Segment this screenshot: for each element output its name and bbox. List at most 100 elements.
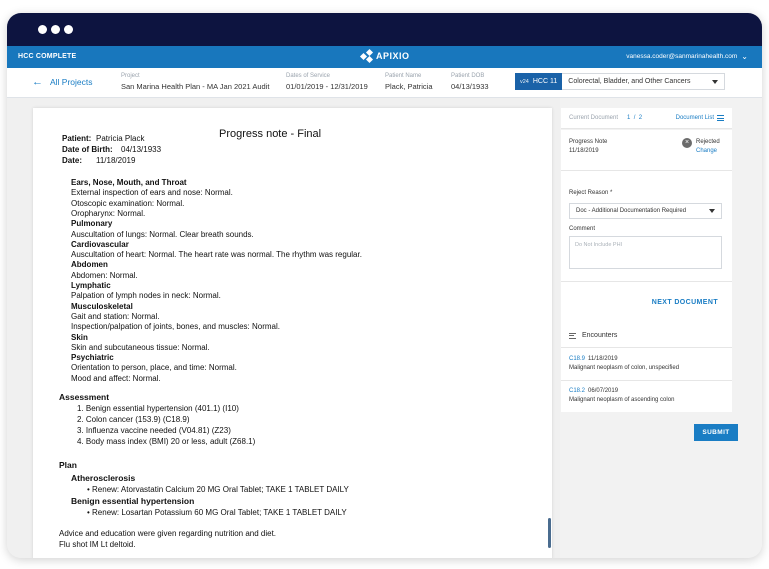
comment-label: Comment (569, 226, 596, 232)
patient-label: Patient: (62, 134, 92, 143)
meta-value: San Marina Health Plan - MA Jan 2021 Aud… (121, 82, 270, 91)
assessment-item: 2. Colon cancer (153.9) (C18.9) (77, 415, 190, 424)
app-window: HCC COMPLETE APIXIO vanessa.coder@sanmar… (7, 13, 762, 558)
hcc-selector[interactable]: v24 HCC 11 Colorectal, Bladder, and Othe… (515, 73, 726, 90)
reject-reason-select[interactable]: Doc - Additional Documentation Required (569, 203, 722, 219)
exam-finding: Inspection/palpation of joints, bones, a… (71, 322, 281, 332)
exam-heading: Abdomen (71, 260, 108, 270)
back-arrow-icon: ← (32, 76, 43, 88)
window-controls (38, 25, 73, 34)
hcc-description: Colorectal, Bladder, and Other Cancers (568, 78, 691, 85)
list-icon (569, 332, 576, 339)
document-page: Patient: Patricia Plack Progress note - … (33, 108, 552, 558)
encounter-description: Malignant neoplasm of colon, unspecified (569, 365, 680, 371)
meta-value: 04/13/1933 (451, 82, 489, 91)
date-label: Date: (62, 156, 83, 165)
user-menu[interactable]: vanessa.coder@sanmarinahealth.com ⌄ (626, 51, 748, 61)
window-dot-icon[interactable] (38, 25, 47, 34)
encounters-header: Encounters (569, 332, 617, 339)
document-list-link[interactable]: Document List (676, 115, 724, 121)
hcc-tag: v24 HCC 11 (515, 73, 563, 90)
brand-label: HCC COMPLETE (18, 53, 77, 60)
encounter-description: Malignant neoplasm of ascending colon (569, 397, 675, 403)
exam-finding: Skin and subcutaneous tissue: Normal. (71, 342, 210, 352)
logo-text: APIXIO (376, 51, 410, 61)
app-header: HCC COMPLETE APIXIO vanessa.coder@sanmar… (7, 46, 762, 68)
info-bar: ← All Projects Project San Marina Health… (7, 68, 762, 98)
meta-patient-name: Patient Name Plack, Patricia (385, 73, 433, 91)
assessment-item: 3. Influenza vaccine needed (V04.81) (Z2… (77, 426, 231, 435)
exam-finding: External inspection of ears and nose: No… (71, 188, 233, 198)
encounters-label: Encounters (582, 332, 618, 339)
date-value: 11/18/2019 (96, 156, 136, 165)
assessment-item: 1. Benign essential hypertension (401.1)… (77, 404, 239, 413)
meta-value: 01/01/2019 - 12/31/2019 (286, 82, 368, 91)
exam-finding: Abdomen: Normal. (71, 270, 138, 280)
close-icon: × (682, 138, 692, 148)
dropdown-icon (712, 79, 719, 84)
current-document-label: Current Document (569, 115, 619, 121)
assessment-item: 4. Body mass index (BMI) 20 or less, adu… (77, 437, 256, 446)
current-index: 1 (627, 115, 631, 121)
document-viewer[interactable]: Patient: Patricia Plack Progress note - … (7, 98, 560, 558)
meta-dates: Dates of Service 01/01/2019 - 12/31/2019 (286, 73, 368, 91)
divider (561, 347, 732, 348)
meta-patient-dob: Patient DOB 04/13/1933 (451, 73, 489, 91)
comment-field[interactable]: Do Not Include PHI (569, 236, 722, 269)
exam-finding: Oropharynx: Normal. (71, 208, 146, 218)
exam-finding: Gait and station: Normal. (71, 311, 160, 321)
document-scrollbar[interactable] (548, 518, 551, 548)
user-email: vanessa.coder@sanmarinahealth.com (626, 53, 738, 60)
window-dot-icon[interactable] (64, 25, 73, 34)
plan-item: • Renew: Atorvastatin Calcium 20 MG Oral… (87, 485, 349, 494)
counter-separator: / (633, 115, 636, 121)
chevron-down-icon: ⌄ (741, 51, 748, 61)
logo: APIXIO (359, 48, 410, 64)
plan-subheading: Benign essential hypertension (71, 496, 195, 506)
submit-button[interactable]: SUBMIT (694, 424, 738, 441)
list-icon (717, 115, 724, 121)
exam-finding: Auscultation of lungs: Normal. Clear bre… (71, 229, 254, 239)
document-footer-text: Flu shot IM Lt deltoid. (59, 540, 136, 549)
exam-heading: Ears, Nose, Mouth, and Throat (71, 178, 187, 187)
divider (561, 380, 732, 381)
exam-heading: Cardiovascular (71, 239, 129, 249)
exam-finding: Mood and affect: Normal. (71, 373, 161, 383)
exam-heading: Musculoskeletal (71, 301, 133, 311)
exam-heading: Pulmonary (71, 219, 113, 229)
encounters-card: Encounters C18.9 11/18/2019 Malignant neo… (561, 323, 732, 412)
next-document-button[interactable]: NEXT DOCUMENT (561, 281, 732, 323)
assessment-heading: Assessment (59, 392, 110, 402)
encounter-code: C18.9 (569, 356, 586, 362)
exam-finding: Orientation to person, place, and time: … (71, 363, 237, 373)
change-link[interactable]: Change (696, 148, 717, 154)
back-link[interactable]: ← All Projects (32, 76, 93, 88)
window-chrome (7, 13, 762, 46)
encounter-date: 06/07/2019 (588, 388, 619, 394)
back-label: All Projects (50, 77, 93, 87)
hcc-description-select[interactable]: Colorectal, Bladder, and Other Cancers (562, 73, 726, 90)
encounter-item[interactable]: C18.2 06/07/2019 Malignant neoplasm of as… (569, 388, 674, 403)
meta-project: Project San Marina Health Plan - MA Jan … (121, 73, 269, 91)
encounter-item[interactable]: C18.9 11/18/2019 Malignant neoplasm of co… (569, 356, 679, 371)
exam-heading: Lymphatic (71, 281, 111, 290)
total-count: 2 (638, 115, 643, 121)
document-date: 11/18/2019 (569, 148, 599, 154)
document-type: Progress Note (569, 139, 608, 145)
patient-value: Patricia Plack (96, 134, 145, 143)
dropdown-icon (709, 209, 715, 213)
exam-heading: Psychiatric (71, 353, 114, 363)
reject-reason-label: Reject Reason * (569, 190, 613, 196)
hcc-code: HCC 11 (532, 78, 558, 85)
dob-label: Date of Birth: (62, 145, 113, 154)
review-panel: Current Document 1 / 2 Document List Pro… (561, 98, 762, 558)
exam-finding: Palpation of lymph nodes in neck: Normal… (71, 291, 221, 301)
meta-label: Patient Name (385, 73, 422, 79)
status-label: Rejected (696, 139, 720, 145)
window-dot-icon[interactable] (51, 25, 60, 34)
meta-label: Dates of Service (286, 73, 331, 79)
encounter-date: 11/18/2019 (588, 356, 618, 362)
exam-heading: Skin (71, 332, 88, 342)
exam-finding: Otoscopic examination: Normal. (71, 198, 185, 208)
exam-finding: Auscultation of heart: Normal. The heart… (71, 250, 362, 260)
